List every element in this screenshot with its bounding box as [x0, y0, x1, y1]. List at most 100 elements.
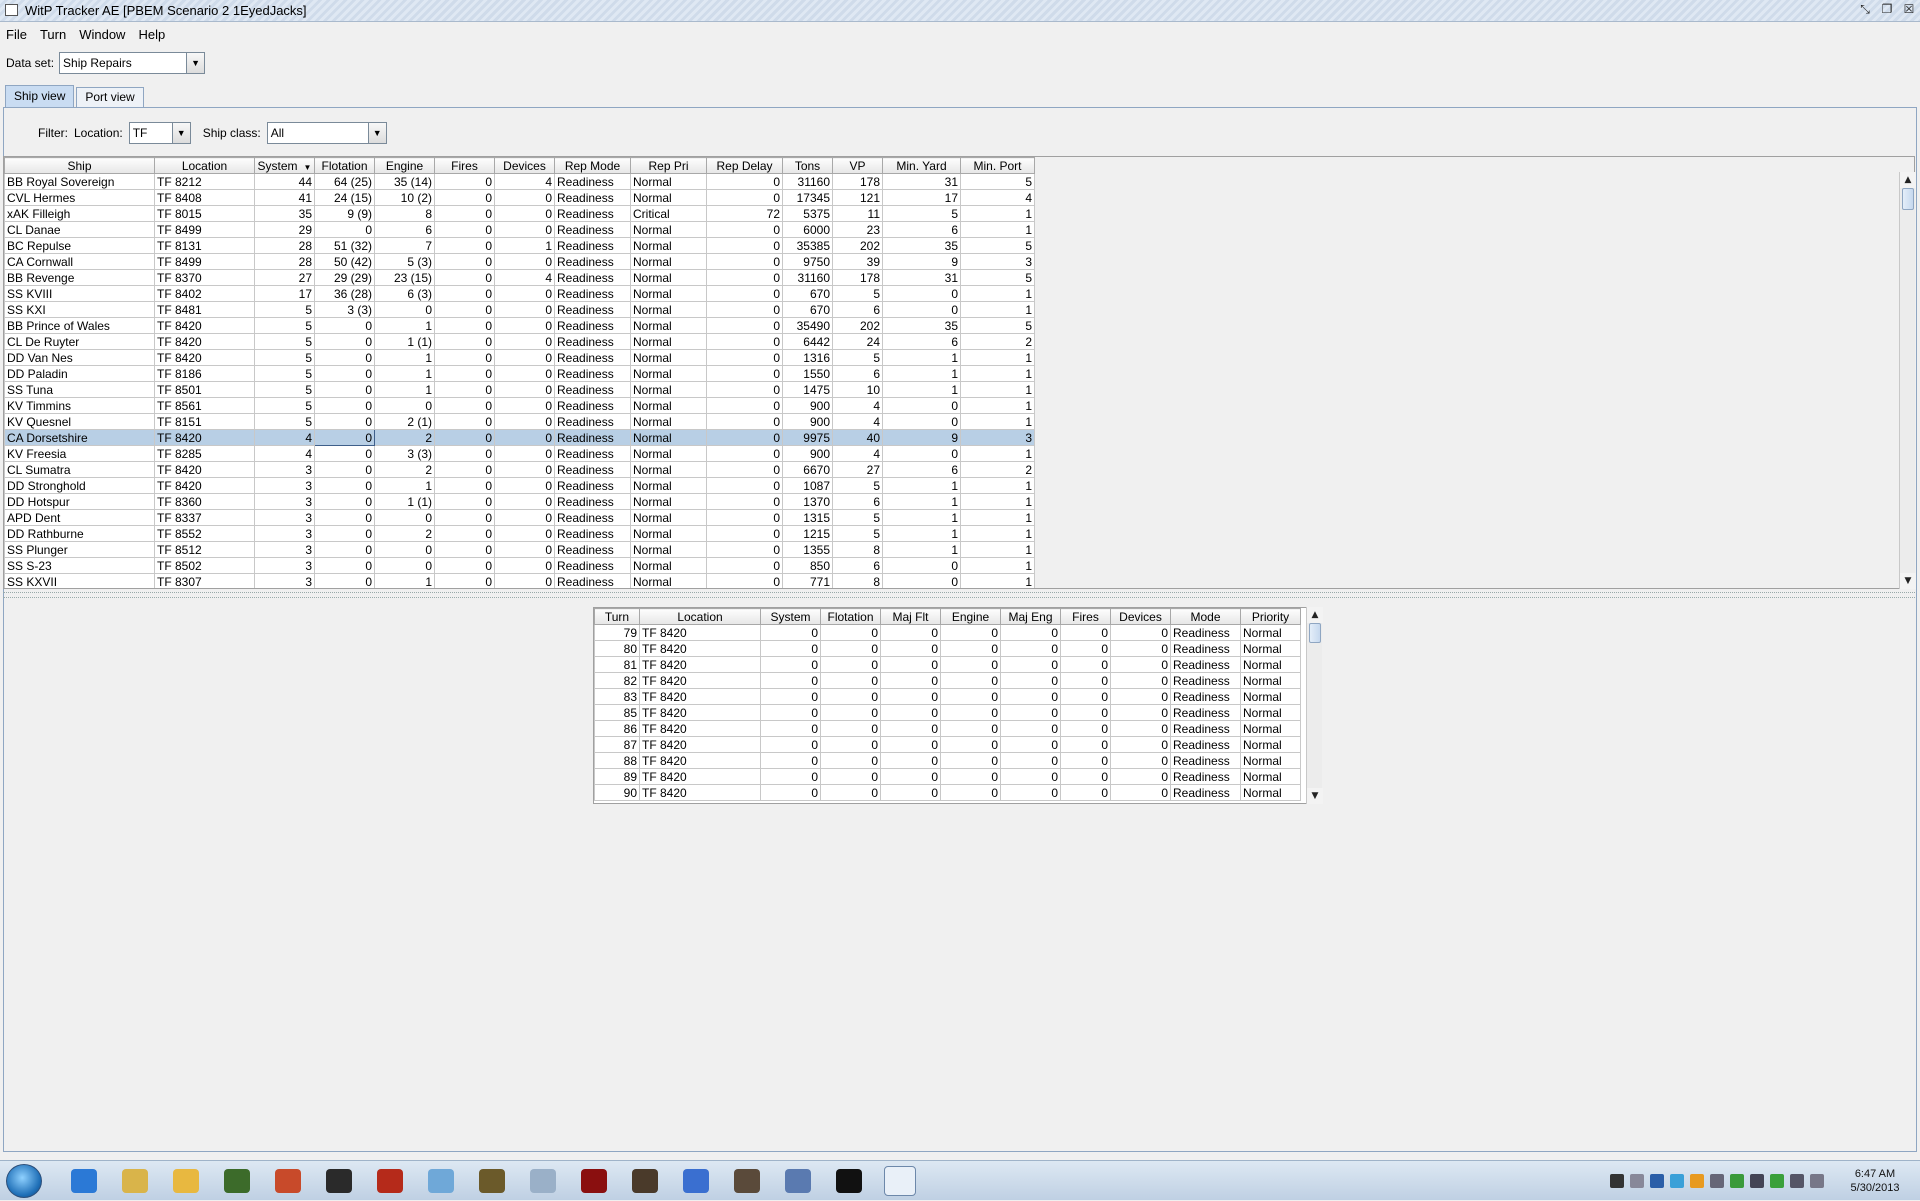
table-cell[interactable]: 0 [820, 720, 881, 737]
table-cell[interactable]: 6 [832, 365, 883, 382]
table-cell[interactable]: 0 [706, 461, 783, 478]
menu-window[interactable]: Window [79, 27, 125, 42]
table-cell[interactable]: Readiness [554, 301, 631, 318]
table-cell[interactable]: 1215 [782, 525, 833, 542]
table-cell[interactable]: Normal [630, 381, 707, 398]
table-cell[interactable]: 0 [880, 752, 941, 769]
table-cell[interactable]: TF 8481 [154, 301, 255, 318]
table-cell[interactable]: 0 [374, 301, 435, 318]
table-cell[interactable]: 5 [254, 333, 315, 350]
table-cell[interactable]: SS Plunger [4, 541, 155, 558]
table-cell[interactable]: 0 [940, 768, 1001, 785]
table-cell[interactable]: 10 [832, 381, 883, 398]
table-cell[interactable]: 0 [434, 413, 495, 430]
table-cell[interactable]: 1 [960, 541, 1035, 558]
table-cell[interactable]: 0 [1060, 688, 1111, 705]
table-cell[interactable]: 0 [820, 768, 881, 785]
table-row[interactable]: SS KVIII TF 8402 17 36 (28) 6 (3) 0 0 Readiness… [4, 285, 1035, 302]
dataset-select[interactable]: Ship Repairs ▼ [59, 52, 206, 74]
table-cell[interactable]: 0 [494, 301, 555, 318]
table-cell[interactable]: 0 [494, 477, 555, 494]
table-cell[interactable]: 0 [940, 784, 1001, 801]
table-cell[interactable]: 1 [960, 557, 1035, 574]
table-cell[interactable]: 36 (28) [314, 285, 375, 302]
table-cell[interactable]: 0 [434, 349, 495, 366]
table-cell[interactable]: SS KXI [4, 301, 155, 318]
table-cell[interactable]: 0 [494, 253, 555, 270]
tray-icon[interactable] [1770, 1174, 1784, 1188]
table-cell[interactable]: 0 [434, 573, 495, 588]
table-cell[interactable]: 0 [820, 688, 881, 705]
table-cell[interactable]: TF 8420 [154, 461, 255, 478]
table-cell[interactable]: 0 [882, 413, 961, 430]
table-cell[interactable]: Normal [630, 493, 707, 510]
table-cell[interactable]: SS KVIII [4, 285, 155, 302]
column-header[interactable]: Rep Delay [706, 157, 783, 174]
table-row[interactable]: 82 TF 8420 0 0 0 0 0 0 0 Readiness Normal [594, 672, 1301, 689]
table-cell[interactable]: 1 [960, 397, 1035, 414]
scroll-down-icon[interactable]: ▼ [1900, 573, 1916, 589]
clock[interactable]: 6:47 AM 5/30/2013 [1830, 1167, 1920, 1195]
rank-insignia-icon[interactable] [323, 1166, 355, 1196]
scroll-thumb[interactable] [1309, 623, 1321, 643]
table-cell[interactable]: 4 [494, 269, 555, 286]
table-cell[interactable]: 11 [832, 205, 883, 222]
table-cell[interactable]: 5 [254, 381, 315, 398]
table-cell[interactable]: 1 [960, 285, 1035, 302]
table-cell[interactable]: 6 [882, 461, 961, 478]
table-cell[interactable]: Readiness [1170, 672, 1241, 689]
table-cell[interactable]: Normal [1240, 784, 1301, 801]
table-cell[interactable]: 1 [374, 573, 435, 588]
outlook-icon[interactable] [170, 1166, 202, 1196]
table-cell[interactable]: BB Royal Sovereign [4, 173, 155, 190]
table-cell[interactable]: 0 [820, 640, 881, 657]
table-cell[interactable]: 0 [706, 317, 783, 334]
table-cell[interactable]: 0 [494, 397, 555, 414]
table-cell[interactable]: Readiness [554, 333, 631, 350]
table-cell[interactable]: 0 [820, 704, 881, 721]
column-header[interactable]: Engine [374, 157, 435, 174]
table-cell[interactable]: 0 [820, 656, 881, 673]
table-cell[interactable]: 1 [960, 349, 1035, 366]
editor-icon[interactable] [782, 1166, 814, 1196]
table-cell[interactable]: 0 [314, 381, 375, 398]
table-cell[interactable]: 5 [254, 413, 315, 430]
table-cell[interactable]: TF 8501 [154, 381, 255, 398]
table-row[interactable]: BB Revenge TF 8370 27 29 (29) 23 (15) 0 4 Readi… [4, 269, 1035, 286]
table-cell[interactable]: 0 [706, 349, 783, 366]
table-cell[interactable]: 6 (3) [374, 285, 435, 302]
chevron-down-icon[interactable]: ▼ [171, 123, 190, 143]
table-cell[interactable]: Readiness [554, 445, 631, 462]
red-circle-app-icon[interactable] [374, 1166, 406, 1196]
table-cell[interactable]: 0 [434, 221, 495, 238]
table-cell[interactable]: 1475 [782, 381, 833, 398]
table-cell[interactable]: 0 [940, 720, 1001, 737]
table-cell[interactable]: 0 [434, 493, 495, 510]
table-cell[interactable]: TF 8212 [154, 173, 255, 190]
table-cell[interactable]: 0 [882, 285, 961, 302]
table-cell[interactable]: 72 [706, 205, 783, 222]
table-cell[interactable]: 1 [960, 477, 1035, 494]
table-cell[interactable]: 5 [832, 285, 883, 302]
table-cell[interactable]: 1 [882, 525, 961, 542]
table-cell[interactable]: 0 [434, 269, 495, 286]
table-cell[interactable]: 44 [254, 173, 315, 190]
table-cell[interactable]: 0 [1060, 656, 1111, 673]
table-cell[interactable]: 31160 [782, 269, 833, 286]
table-cell[interactable]: 1 [960, 365, 1035, 382]
table-cell[interactable]: 0 [760, 704, 821, 721]
table-cell[interactable]: 3 [254, 493, 315, 510]
table-row[interactable]: DD Hotspur TF 8360 3 0 1 (1) 0 0 Readiness Norma… [4, 493, 1035, 510]
table-cell[interactable]: 0 [374, 541, 435, 558]
tray-icon[interactable] [1750, 1174, 1764, 1188]
table-row[interactable]: CL Danae TF 8499 29 0 6 0 0 Readiness Normal 0 600… [4, 221, 1035, 238]
table-row[interactable]: BC Repulse TF 8131 28 51 (32) 7 0 1 Readiness No… [4, 237, 1035, 254]
table-row[interactable]: DD Rathburne TF 8552 3 0 2 0 0 Readiness Normal 0… [4, 525, 1035, 542]
table-cell[interactable]: 3 [254, 461, 315, 478]
table-cell[interactable]: 0 [820, 752, 881, 769]
table-cell[interactable]: 5 [254, 317, 315, 334]
table-cell[interactable]: 0 [1060, 624, 1111, 641]
table-cell[interactable]: Normal [1240, 720, 1301, 737]
table-cell[interactable]: 0 [494, 189, 555, 206]
table-cell[interactable]: TF 8285 [154, 445, 255, 462]
